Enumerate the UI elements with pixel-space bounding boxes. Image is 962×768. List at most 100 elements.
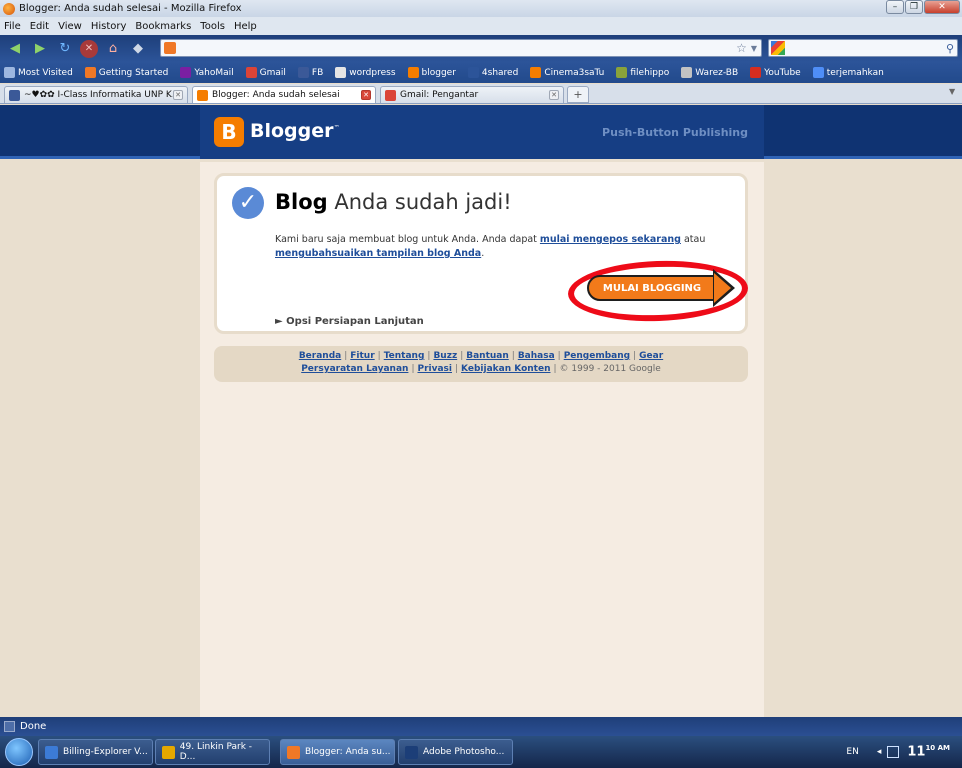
bookmark-item[interactable]: Getting Started bbox=[84, 67, 168, 78]
footer-link[interactable]: Privasi bbox=[417, 364, 452, 374]
bookmark-icon bbox=[750, 67, 762, 78]
bookmark-label: 4shared bbox=[481, 67, 519, 78]
footer-link[interactable]: Bahasa bbox=[518, 351, 555, 361]
arrow-right-icon[interactable] bbox=[713, 269, 735, 307]
bookmark-item[interactable]: 4shared bbox=[467, 67, 519, 78]
footer-separator: | bbox=[633, 351, 637, 361]
taskbar-app-icon bbox=[45, 745, 58, 759]
footer-link[interactable]: Tentang bbox=[384, 351, 425, 361]
bookmark-item[interactable]: YouTube bbox=[750, 67, 801, 78]
shield-icon[interactable]: ◆ bbox=[128, 39, 148, 59]
bookmark-item[interactable]: Warez-BB bbox=[681, 67, 738, 78]
menu-history[interactable]: History bbox=[91, 21, 127, 32]
url-input[interactable] bbox=[180, 41, 737, 55]
close-button[interactable]: ✕ bbox=[924, 0, 960, 14]
tray-expand-icon[interactable]: ◂ bbox=[877, 747, 882, 757]
close-tab-icon[interactable]: ✕ bbox=[549, 90, 559, 100]
bookmark-item[interactable]: filehippo bbox=[616, 67, 669, 78]
bookmark-label: blogger bbox=[421, 67, 456, 78]
menu-edit[interactable]: Edit bbox=[30, 21, 49, 32]
new-tab-button[interactable]: + bbox=[567, 86, 589, 103]
bookmark-item[interactable]: wordpress bbox=[335, 67, 396, 78]
minimize-button[interactable]: – bbox=[886, 0, 904, 14]
footer-separator: | bbox=[427, 351, 431, 361]
footer-link[interactable]: Persyaratan Layanan bbox=[301, 364, 408, 374]
footer-separator: | bbox=[557, 351, 561, 361]
reload-icon[interactable]: ↻ bbox=[55, 39, 75, 59]
bookmark-icon bbox=[84, 67, 96, 78]
footer-link[interactable]: Bantuan bbox=[466, 351, 509, 361]
bookmark-item[interactable]: terjemahkan bbox=[812, 67, 884, 78]
bookmark-icon bbox=[681, 67, 693, 78]
advanced-options-toggle[interactable]: ► Opsi Persiapan Lanjutan bbox=[275, 316, 424, 327]
menu-bookmarks[interactable]: Bookmarks bbox=[135, 21, 191, 32]
blogger-brand: Blogger™ bbox=[250, 120, 340, 142]
clock[interactable]: 1110 AM bbox=[907, 744, 950, 759]
restore-button[interactable]: ❐ bbox=[905, 0, 923, 14]
checkmark-icon: ✓ bbox=[232, 187, 264, 219]
customize-blog-link[interactable]: mengubahsuaikan tampilan blog Anda bbox=[275, 248, 481, 259]
start-posting-link[interactable]: mulai mengepos sekarang bbox=[540, 234, 681, 245]
home-icon[interactable]: ⌂ bbox=[103, 39, 123, 59]
menu-file[interactable]: File bbox=[4, 21, 21, 32]
start-button[interactable] bbox=[5, 738, 33, 766]
footer-link[interactable]: Buzz bbox=[433, 351, 457, 361]
star-icon[interactable]: ☆ bbox=[736, 41, 747, 55]
taskbar-label: 49. Linkin Park - D... bbox=[179, 742, 253, 762]
blogger-header: B Blogger™ Push-Button Publishing bbox=[0, 105, 962, 159]
taskbar-label: Blogger: Anda su... bbox=[305, 747, 391, 757]
bookmark-item[interactable]: blogger bbox=[407, 67, 456, 78]
footer-link[interactable]: Fitur bbox=[350, 351, 374, 361]
url-bar[interactable]: ☆ ▼ bbox=[160, 39, 762, 57]
system-tray: EN ◂ 1110 AM bbox=[846, 736, 962, 768]
start-blogging-button[interactable]: MULAI BLOGGING bbox=[587, 275, 717, 301]
language-indicator[interactable]: EN bbox=[846, 747, 858, 757]
bookmark-item[interactable]: YahoMail bbox=[180, 67, 234, 78]
firefox-icon bbox=[3, 2, 15, 15]
search-input[interactable] bbox=[791, 41, 946, 55]
bookmark-label: Most Visited bbox=[18, 67, 73, 78]
footer-row-2: Persyaratan Layanan | Privasi | Kebijakan Ko… bbox=[214, 363, 748, 376]
chevron-down-icon[interactable]: ▼ bbox=[751, 44, 757, 53]
close-tab-icon[interactable]: ✕ bbox=[361, 90, 371, 100]
menu-help[interactable]: Help bbox=[234, 21, 257, 32]
google-icon[interactable] bbox=[771, 41, 785, 55]
bookmark-item[interactable]: Most Visited bbox=[4, 67, 73, 78]
tab-iclass[interactable]: ~♥✿✿ I-Class Informatika UNP K... ✕ bbox=[4, 86, 188, 103]
tab-list-dropdown-icon[interactable]: ▼ bbox=[949, 87, 959, 102]
menu-tools[interactable]: Tools bbox=[200, 21, 225, 32]
search-bar[interactable]: ⚲ bbox=[768, 39, 958, 57]
tab-strip: ~♥✿✿ I-Class Informatika UNP K... ✕ Blog… bbox=[0, 84, 962, 104]
taskbar-item[interactable]: Blogger: Anda su... bbox=[280, 739, 395, 765]
bookmark-item[interactable]: FB bbox=[297, 67, 323, 78]
bookmark-item[interactable]: Cinema3saTu bbox=[530, 67, 604, 78]
footer-separator: | bbox=[377, 351, 381, 361]
taskbar-item[interactable]: Adobe Photosho... bbox=[398, 739, 513, 765]
stop-icon[interactable]: ✕ bbox=[80, 39, 98, 58]
tab-label: Gmail: Pengantar bbox=[400, 90, 479, 100]
status-text: Done bbox=[20, 721, 47, 732]
bookmark-icon bbox=[407, 67, 419, 78]
taskbar-item[interactable]: Billing-Explorer V... bbox=[38, 739, 153, 765]
bookmark-icon bbox=[467, 67, 479, 78]
status-icon bbox=[4, 721, 15, 732]
bookmark-label: terjemahkan bbox=[826, 67, 884, 78]
tab-gmail[interactable]: Gmail: Pengantar ✕ bbox=[380, 86, 564, 103]
footer-link[interactable]: Gear bbox=[639, 351, 663, 361]
network-icon[interactable] bbox=[887, 746, 900, 758]
footer-link[interactable]: Kebijakan Konten bbox=[461, 364, 550, 374]
tab-blogger[interactable]: Blogger: Anda sudah selesai ✕ bbox=[192, 86, 376, 103]
footer-link[interactable]: Pengembang bbox=[564, 351, 630, 361]
close-tab-icon[interactable]: ✕ bbox=[173, 90, 183, 100]
taskbar-app-icon bbox=[405, 745, 418, 759]
back-icon[interactable]: ◀ bbox=[5, 39, 25, 59]
taskbar-item[interactable]: 49. Linkin Park - D... bbox=[155, 739, 270, 765]
footer-link[interactable]: Beranda bbox=[299, 351, 341, 361]
bookmark-label: Warez-BB bbox=[695, 67, 739, 78]
site-favicon-icon bbox=[164, 42, 176, 54]
bookmark-label: filehippo bbox=[630, 67, 670, 78]
search-icon[interactable]: ⚲ bbox=[946, 42, 954, 55]
menu-view[interactable]: View bbox=[58, 21, 82, 32]
forward-icon[interactable]: ▶ bbox=[30, 39, 50, 59]
bookmark-item[interactable]: Gmail bbox=[245, 67, 286, 78]
